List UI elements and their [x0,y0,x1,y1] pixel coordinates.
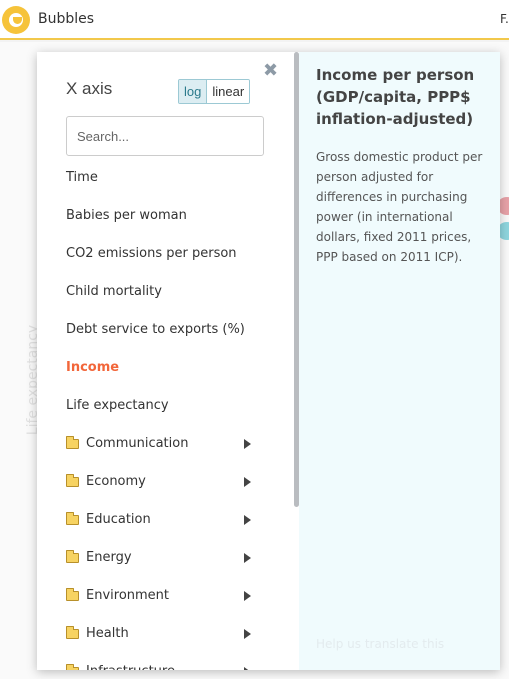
menu-folder-energy[interactable]: Energy [66,539,266,577]
menu-item-co2-emissions-per-person[interactable]: CO2 emissions per person [66,235,266,273]
folder-icon [66,474,79,487]
gapminder-logo-icon[interactable] [2,6,30,34]
menu-folder-communication[interactable]: Communication [66,425,266,463]
chevron-right-icon[interactable] [244,553,251,563]
folder-icon [66,550,79,563]
menu-item-babies-per-woman[interactable]: Babies per woman [66,197,266,235]
indicator-list-pane: X axis log linear TimeBabies per womanCO… [37,52,295,670]
close-icon[interactable]: ✖ [263,62,278,80]
menu-folder-label: Infrastructure [86,653,175,670]
folder-icon [66,626,79,639]
chevron-right-icon[interactable] [244,667,251,670]
menu-item-child-mortality[interactable]: Child mortality [66,273,266,311]
menu-folder-education[interactable]: Education [66,501,266,539]
menu-item-life-expectancy[interactable]: Life expectancy [66,387,266,425]
menu-folder-label: Economy [86,474,146,489]
indicator-menu: Time Babies per woman CO2 emissions per pe… [66,159,266,670]
app-title[interactable]: Bubbles [38,11,94,27]
menu-item-time[interactable]: Time [66,159,266,197]
chevron-right-icon[interactable] [244,439,251,449]
popup-title: X axis [66,79,113,98]
menu-folder-label: Education [86,512,151,527]
indicator-info-description: Gross domestic product per person adjust… [316,150,483,264]
menu-folder-environment[interactable]: Environment [66,577,266,615]
menu-item-income[interactable]: Income [66,349,266,387]
scale-toggle: log linear [178,79,251,104]
scale-linear-button[interactable]: linear [207,80,250,103]
top-bar: Bubbles F. [0,0,509,40]
menu-item-debt-service-to-exports-[interactable]: Debt service to exports (%) [66,311,266,349]
folder-icon [66,664,79,670]
indicator-info-title: Income per person (GDP/capita, PPP$ infl… [316,66,475,128]
folder-icon [66,436,79,449]
menu-folder-label: Health [86,626,129,641]
header-right-menu[interactable]: F. [500,12,509,26]
translate-link[interactable]: Help us translate this [316,637,444,651]
chevron-right-icon[interactable] [244,591,251,601]
x-axis-selector-popup: X axis log linear TimeBabies per womanCO… [37,52,500,670]
menu-folder-economy[interactable]: Economy [66,463,266,501]
scale-log-button[interactable]: log [179,80,208,103]
folder-icon [66,588,79,601]
menu-folder-label: Environment [86,588,170,603]
search-input[interactable] [66,116,264,156]
chevron-right-icon[interactable] [244,515,251,525]
indicator-info-pane: Income per person (GDP/capita, PPP$ infl… [299,52,500,670]
folder-icon [66,512,79,525]
menu-folder-health[interactable]: Health [66,615,266,653]
chevron-right-icon[interactable] [244,629,251,639]
menu-folder-label: Communication [86,436,189,451]
chevron-right-icon[interactable] [244,477,251,487]
menu-folder-infrastructure[interactable]: Infrastructure [66,653,266,670]
menu-folder-label: Energy [86,550,132,565]
